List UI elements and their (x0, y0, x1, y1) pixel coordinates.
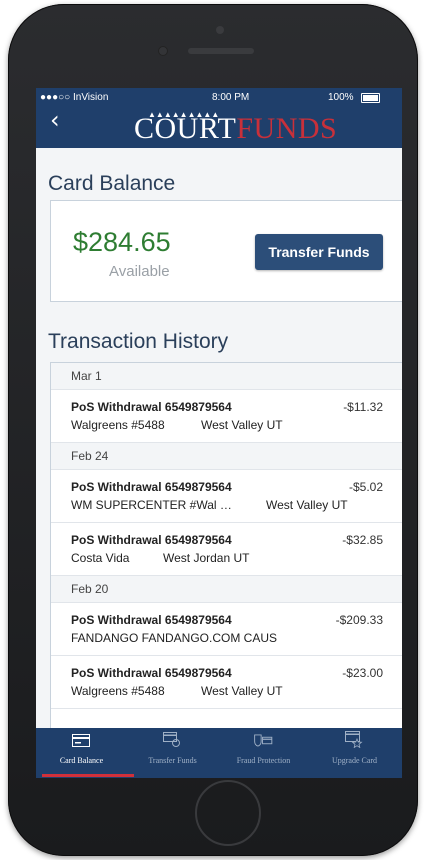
transaction-location: West Valley UT (266, 498, 348, 512)
transaction-row[interactable]: PoS Withdrawal 6549879564 -$5.02 WM SUPE… (51, 470, 402, 523)
tab-card-balance[interactable]: Card Balance (36, 728, 134, 778)
date-header: Feb 20 (51, 576, 402, 603)
status-time: 8:00 PM (212, 92, 250, 103)
tab-label: Upgrade Card (331, 756, 378, 765)
transaction-location: West Valley UT (201, 684, 283, 698)
proximity-sensor (216, 26, 224, 34)
transaction-location: West Jordan UT (163, 551, 250, 565)
date-header: Mar 1 (51, 363, 402, 390)
tab-label: Transfer Funds (148, 756, 197, 765)
transaction-merchant: Walgreens #5488 (71, 418, 165, 432)
transaction-amount: -$23.00 (342, 666, 383, 680)
transaction-amount: -$209.33 (335, 613, 383, 627)
tab-upgrade-card[interactable]: Upgrade Card (309, 728, 400, 778)
tab-transfer-funds[interactable]: Transfer Funds (127, 728, 218, 778)
transfer-card-icon (163, 732, 180, 747)
transaction-row[interactable]: PoS Withdrawal 6549879564 -$11.32 Walgre… (51, 390, 402, 443)
transaction-merchant: Walgreens #5488 (71, 684, 165, 698)
transaction-amount: -$11.32 (343, 400, 383, 414)
transaction-merchant: FANDANGO FANDANGO.COM CAUS (71, 631, 278, 645)
logo-text-funds: FUNDS (236, 112, 338, 145)
tab-fraud-protection[interactable]: Fraud Protection (218, 728, 309, 778)
transaction-description: PoS Withdrawal 6549879564 (71, 480, 232, 494)
battery-percent: 100% (328, 92, 354, 103)
transaction-history-heading: Transaction History (48, 330, 229, 353)
back-chevron-icon[interactable]: ‹ (50, 106, 60, 134)
transaction-merchant: WM SUPERCENTER #Wal … (71, 498, 232, 512)
transaction-location: West Valley UT (201, 418, 283, 432)
transaction-row[interactable]: PoS Withdrawal 6549879564 -$23.00 Walgre… (51, 656, 402, 709)
available-label: Available (109, 263, 170, 280)
transaction-merchant: Costa Vida (71, 551, 130, 565)
transaction-row[interactable]: PoS Withdrawal 6549879564 -$32.85 Costa … (51, 523, 402, 576)
balance-card: $284.65 Available Transfer Funds (50, 200, 402, 302)
transaction-description: PoS Withdrawal 6549879564 (71, 613, 232, 627)
bottom-tab-bar: Card Balance Transfer Funds Fraud Protec… (36, 728, 402, 778)
transaction-description: PoS Withdrawal 6549879564 (71, 666, 232, 680)
shield-card-icon (254, 734, 273, 747)
transaction-list: Mar 1 PoS Withdrawal 6549879564 -$11.32 … (50, 362, 402, 742)
battery-icon (361, 93, 380, 103)
front-camera (158, 46, 168, 56)
logo-text-court: COURT (134, 112, 237, 145)
balance-amount: $284.65 (73, 227, 171, 257)
carrier-label: ●●●○○ InVision (40, 92, 109, 103)
tab-label: Card Balance (59, 756, 104, 765)
star-card-icon (345, 731, 363, 748)
transaction-description: PoS Withdrawal 6549879564 (71, 400, 232, 414)
transaction-amount: -$32.85 (342, 533, 383, 547)
court-funds-logo: COURTFUNDS (134, 114, 337, 144)
app-screen: ●●●○○ InVision 8:00 PM 100% ‹ ▲▲▲▲▲▲▲▲▲ … (36, 88, 402, 778)
transaction-amount: -$5.02 (348, 480, 383, 494)
status-bar: ●●●○○ InVision 8:00 PM 100% (36, 88, 402, 106)
transaction-row[interactable]: PoS Withdrawal 6549879564 -$209.33 FANDA… (51, 603, 402, 656)
card-balance-heading: Card Balance (48, 172, 176, 195)
phone-frame: ●●●○○ InVision 8:00 PM 100% ‹ ▲▲▲▲▲▲▲▲▲ … (8, 4, 418, 856)
transfer-funds-button[interactable]: Transfer Funds (255, 234, 383, 270)
tab-label: Fraud Protection (236, 756, 291, 765)
earpiece-speaker (188, 48, 254, 54)
active-tab-indicator (42, 774, 134, 777)
home-button[interactable] (195, 780, 261, 846)
top-navigation-bar: ●●●○○ InVision 8:00 PM 100% ‹ ▲▲▲▲▲▲▲▲▲ … (36, 88, 402, 148)
date-header: Feb 24 (51, 443, 402, 470)
transaction-description: PoS Withdrawal 6549879564 (71, 533, 232, 547)
card-icon (72, 734, 90, 747)
